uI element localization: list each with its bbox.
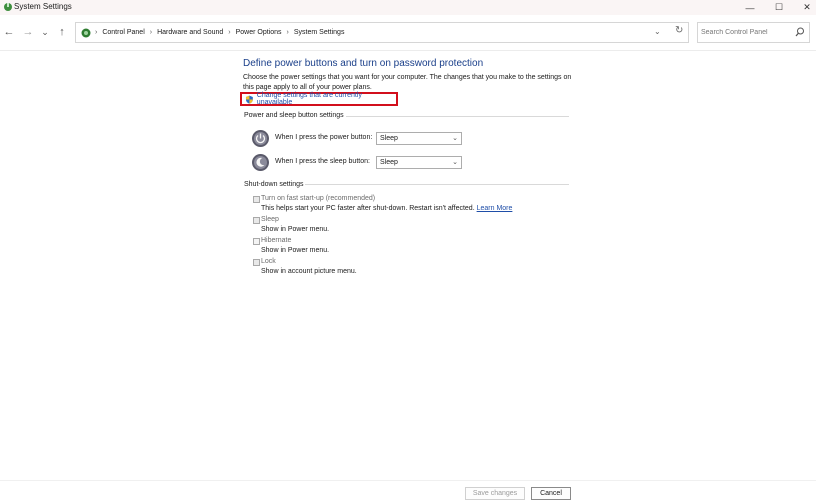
fast-startup-description: This helps start your PC faster after sh… [261,205,512,212]
sleep-option-description: Show in Power menu. [261,226,330,233]
sleep-option-label: Sleep [261,216,279,223]
section-divider [346,116,569,117]
power-button-icon [252,130,269,147]
breadcrumb-control-panel[interactable]: Control Panel [102,29,144,36]
forward-button[interactable]: → [21,25,35,39]
sleep-checkbox[interactable] [253,217,260,224]
sleep-button-icon [252,154,269,171]
recent-locations-button[interactable]: ⌄ [38,25,52,39]
control-panel-icon [81,28,91,38]
chevron-right-icon: › [95,29,98,36]
section-divider [305,184,569,185]
chevron-down-icon[interactable]: ⌄ [654,27,661,36]
hibernate-option-label: Hibernate [261,237,292,244]
power-section-title: Power and sleep button settings [244,112,344,119]
search-input[interactable] [701,26,791,39]
breadcrumb-power-options[interactable]: Power Options [236,29,282,36]
power-button-select-value: Sleep [380,135,398,142]
change-settings-link[interactable]: Change settings that are currently unava… [240,92,398,106]
sleep-button-select-value: Sleep [380,159,398,166]
chevron-right-icon: › [228,29,231,36]
shutdown-section-title: Shut-down settings [244,181,304,188]
breadcrumb-hardware-and-sound[interactable]: Hardware and Sound [157,29,223,36]
power-button-select[interactable]: Sleep ⌄ [376,132,462,145]
save-changes-button[interactable]: Save changes [465,487,525,500]
hibernate-checkbox[interactable] [253,238,260,245]
page-title: Define power buttons and turn on passwor… [243,58,484,69]
power-options-icon [4,3,12,11]
learn-more-link[interactable]: Learn More [477,205,513,212]
change-settings-link-label[interactable]: Change settings that are currently unava… [257,92,396,106]
back-button[interactable]: ← [2,25,16,39]
up-button[interactable]: ↑ [55,25,69,39]
lock-option-label: Lock [261,258,276,265]
chevron-right-icon: › [286,29,289,36]
power-button-label: When I press the power button: [275,134,373,141]
fast-startup-description-text: This helps start your PC faster after sh… [261,205,475,212]
lock-option-description: Show in account picture menu. [261,268,357,275]
power-button-row: When I press the power button: Sleep ⌄ [251,129,471,149]
address-path-box[interactable]: › Control Panel › Hardware and Sound › P… [75,22,689,43]
window-title: System Settings [14,2,72,11]
cancel-button[interactable]: Cancel [531,487,571,500]
hibernate-option-description: Show in Power menu. [261,247,330,254]
breadcrumb: › Control Panel › Hardware and Sound › P… [92,23,344,42]
close-button[interactable]: ✕ [792,0,816,15]
search-box[interactable] [697,22,810,43]
fast-startup-checkbox[interactable] [253,196,260,203]
sleep-button-label: When I press the sleep button: [275,158,370,165]
search-icon[interactable] [795,26,805,38]
title-bar: System Settings — ☐ ✕ [0,0,816,15]
maximize-button[interactable]: ☐ [764,0,794,15]
minimize-button[interactable]: — [735,0,765,15]
footer-divider [0,480,816,481]
fast-startup-label: Turn on fast start-up (recommended) [261,195,376,202]
breadcrumb-system-settings[interactable]: System Settings [294,29,345,36]
lock-checkbox[interactable] [253,259,260,266]
chevron-right-icon: › [149,29,153,36]
uac-shield-icon [245,95,253,104]
address-bar: ← → ⌄ ↑ › Control Panel › Hardware and S… [0,15,816,51]
chevron-down-icon: ⌄ [452,159,458,166]
chevron-down-icon: ⌄ [452,135,458,142]
page-description: Choose the power settings that you want … [243,74,572,91]
sleep-button-select[interactable]: Sleep ⌄ [376,156,462,169]
sleep-button-row: When I press the sleep button: Sleep ⌄ [251,153,471,173]
refresh-icon[interactable]: ↻ [675,25,683,36]
